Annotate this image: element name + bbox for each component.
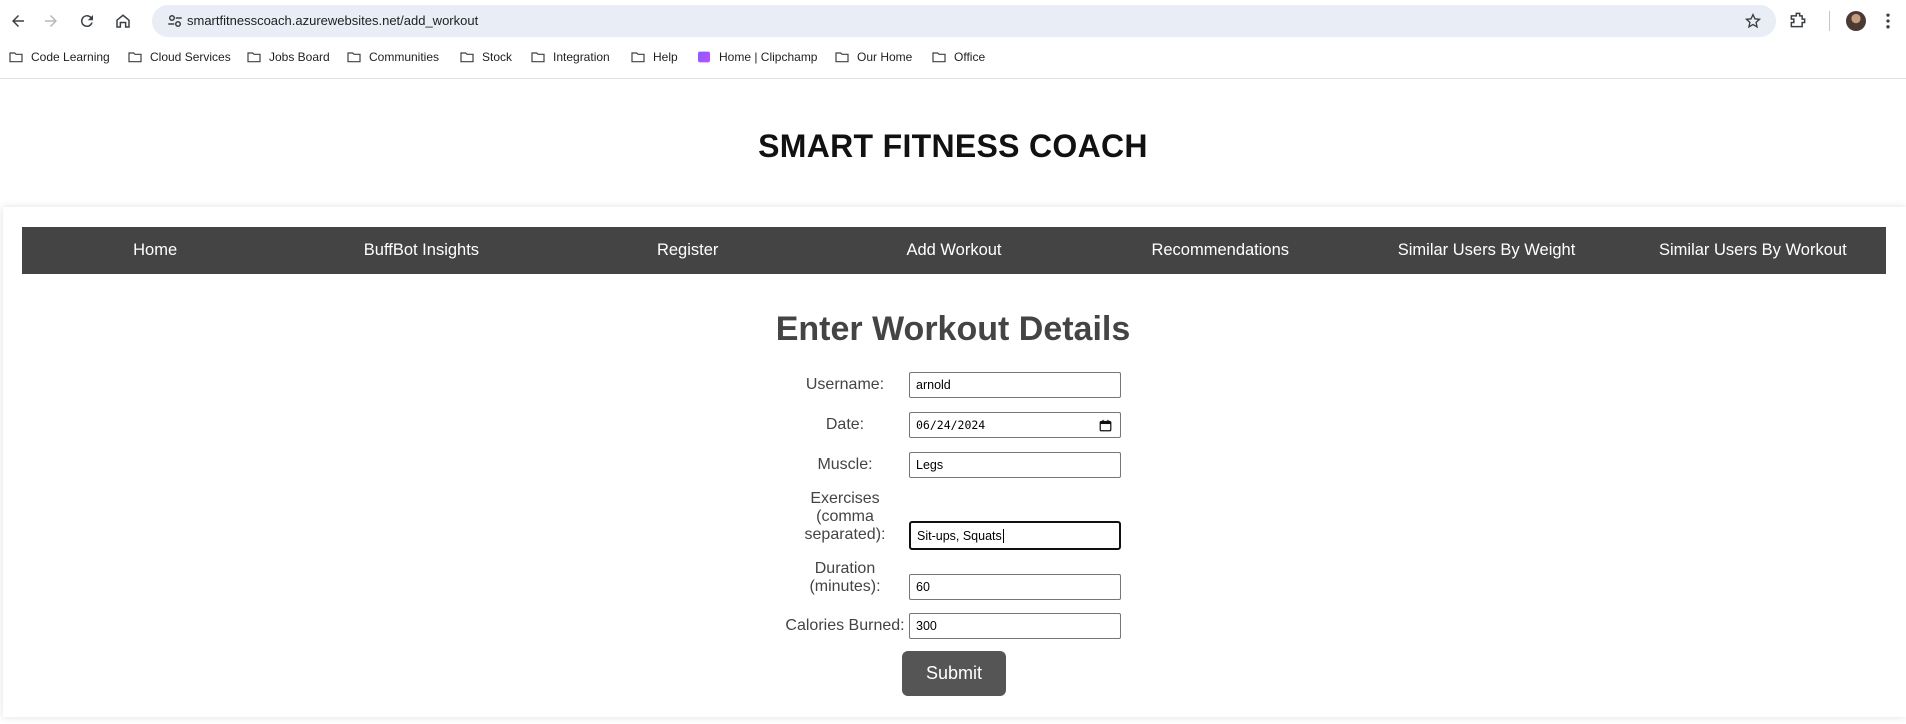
toolbar-divider (1829, 11, 1830, 31)
exercises-label-line-3: separated): (804, 526, 886, 543)
menu-dots-icon[interactable] (1878, 11, 1898, 31)
muscle-input[interactable]: Legs (909, 452, 1121, 478)
folder-icon (128, 52, 142, 63)
folder-icon (835, 52, 849, 63)
calories-input[interactable]: 300 (909, 613, 1121, 639)
bookmark-clipchamp[interactable]: Home | Clipchamp (696, 46, 817, 68)
exercises-label: Exercises (comma separated): (775, 490, 915, 544)
form-title: Enter Workout Details (775, 310, 1131, 348)
submit-button[interactable]: Submit (902, 651, 1006, 696)
exercises-input[interactable]: Sit-ups, Squats (909, 521, 1121, 550)
browser-toolbar: smartfitnesscoach.azurewebsites.net/add_… (0, 0, 1906, 42)
text-cursor (1002, 528, 1004, 543)
home-icon[interactable] (105, 3, 141, 39)
forward-arrow-icon[interactable] (33, 3, 69, 39)
bookmark-stock[interactable]: Stock (459, 46, 512, 68)
bookmark-label: Home | Clipchamp (719, 50, 818, 64)
bookmark-jobs-board[interactable]: Jobs Board (246, 46, 330, 68)
bookmark-communities[interactable]: Communities (346, 46, 439, 68)
bookmark-star-icon[interactable] (1744, 12, 1762, 30)
site-settings-icon[interactable] (166, 12, 184, 30)
folder-icon (347, 52, 361, 63)
username-input[interactable]: arnold (909, 372, 1121, 398)
muscle-label: Muscle: (817, 456, 873, 473)
duration-label-line-2: (minutes): (809, 578, 881, 595)
bookmark-integration[interactable]: Integration (530, 46, 610, 68)
folder-icon (247, 52, 261, 63)
date-value: 06/24/2024 (916, 418, 986, 432)
nav-recommendations[interactable]: Recommendations (1087, 227, 1353, 274)
folder-icon (631, 52, 645, 63)
username-label: Username: (805, 376, 885, 393)
nav-similar-users-by-workout[interactable]: Similar Users By Workout (1620, 227, 1886, 274)
bookmark-label: Jobs Board (269, 50, 330, 64)
nav-add-workout[interactable]: Add Workout (821, 227, 1087, 274)
url-text[interactable]: smartfitnesscoach.azurewebsites.net/add_… (187, 13, 478, 28)
calories-label: Calories Burned: (785, 617, 905, 634)
bookmark-label: Help (653, 50, 678, 64)
folder-icon (932, 52, 946, 63)
bookmark-label: Cloud Services (150, 50, 231, 64)
exercises-label-line-1: Exercises (810, 490, 880, 507)
site-title: SMART FITNESS COACH (758, 128, 1148, 164)
duration-label-line-1: Duration (814, 560, 876, 577)
bookmark-office[interactable]: Office (931, 46, 985, 68)
folder-icon (460, 52, 474, 63)
bookmark-our-home[interactable]: Our Home (834, 46, 912, 68)
address-bar[interactable]: smartfitnesscoach.azurewebsites.net/add_… (152, 5, 1776, 37)
bookmark-label: Our Home (857, 50, 913, 64)
bookmark-label: Integration (553, 50, 610, 64)
calendar-icon[interactable] (1099, 419, 1112, 432)
nav-similar-users-by-weight[interactable]: Similar Users By Weight (1353, 227, 1619, 274)
folder-icon (9, 52, 23, 63)
bookmark-code-learning[interactable]: Code Learning (8, 46, 110, 68)
duration-label: Duration (minutes): (775, 560, 915, 596)
nav-buffbot-insights[interactable]: BuffBot Insights (288, 227, 554, 274)
extensions-icon[interactable] (1788, 10, 1808, 30)
duration-input[interactable]: 60 (909, 574, 1121, 600)
profile-avatar[interactable] (1846, 11, 1866, 31)
bookmark-label: Office (954, 50, 986, 64)
bookmark-help[interactable]: Help (630, 46, 678, 68)
bookmark-label: Code Learning (31, 50, 110, 64)
exercises-value: Sit-ups, Squats (917, 528, 1002, 543)
back-arrow-icon[interactable] (0, 3, 36, 39)
main-navbar: Home BuffBot Insights Register Add Worko… (22, 227, 1886, 274)
bookmarks-bar: Code Learning Cloud Services Jobs Board … (0, 46, 1906, 68)
date-input[interactable]: 06/24/2024 (909, 412, 1121, 438)
date-label: Date: (825, 416, 865, 433)
folder-icon (531, 52, 545, 63)
bookmark-cloud-services[interactable]: Cloud Services (127, 46, 231, 68)
nav-register[interactable]: Register (555, 227, 821, 274)
exercises-label-line-2: (comma (816, 508, 874, 525)
clipchamp-icon (698, 51, 710, 63)
nav-home[interactable]: Home (22, 227, 288, 274)
bookmark-label: Communities (369, 50, 440, 64)
reload-icon[interactable] (69, 3, 105, 39)
chrome-divider (0, 78, 1906, 79)
bookmark-label: Stock (482, 50, 513, 64)
